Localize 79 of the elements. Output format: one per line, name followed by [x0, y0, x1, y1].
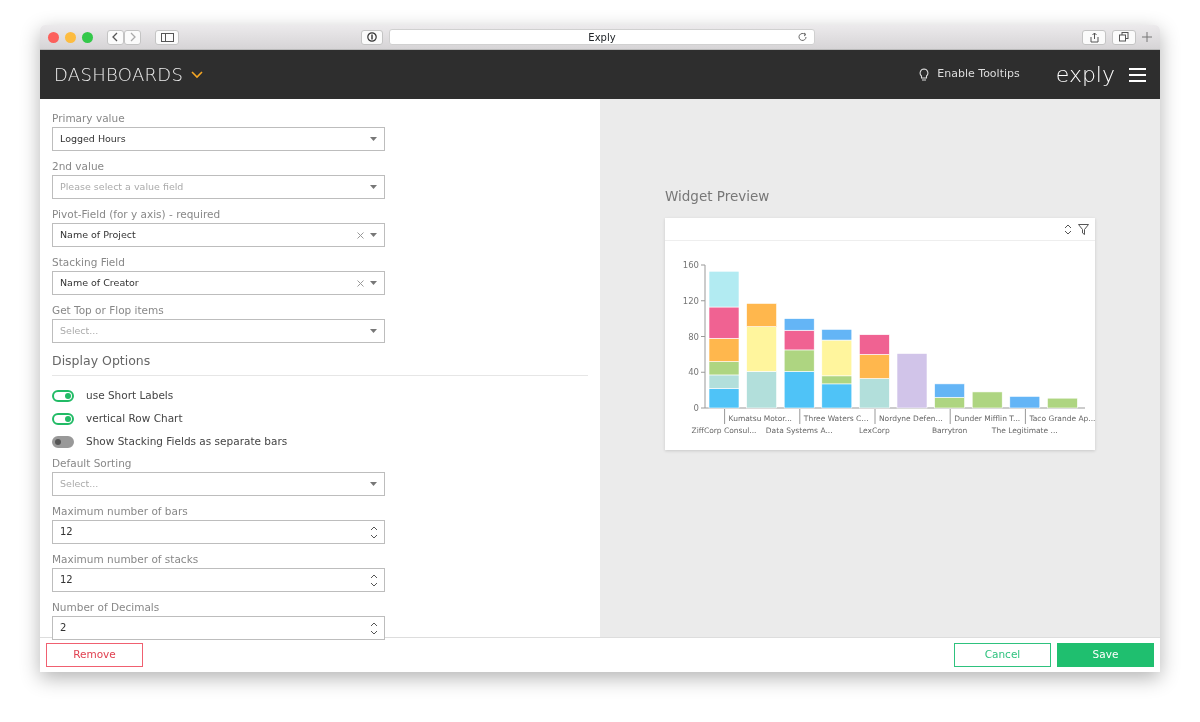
remove-button[interactable]: Remove	[46, 643, 143, 667]
share-button[interactable]	[1082, 29, 1106, 45]
address-bar[interactable]: Exply	[389, 29, 815, 45]
field-label: Default Sorting	[52, 456, 133, 470]
field-label: Stacking Field	[52, 256, 126, 269]
caret-icon	[370, 481, 377, 486]
label-leader-line	[724, 408, 726, 425]
toggle-switch[interactable]	[52, 412, 74, 425]
label-leader-line	[799, 408, 801, 425]
tabs-icon	[1119, 32, 1129, 42]
bar-segment	[934, 383, 965, 398]
bar-segment	[708, 306, 740, 339]
privacy-button[interactable]	[361, 29, 383, 45]
bar-segment	[934, 397, 965, 409]
caret-icon	[370, 185, 377, 189]
label-leader-line	[874, 408, 876, 425]
label-leader-line	[949, 408, 951, 425]
caret-icon	[370, 233, 377, 237]
axis-tick-label: 160	[682, 260, 699, 271]
menu-icon[interactable]	[1129, 67, 1146, 82]
tabs-button[interactable]	[1112, 29, 1136, 45]
dropdown[interactable]: Name of Project	[52, 223, 385, 247]
field-label: Maximum number of stacks	[52, 552, 200, 566]
caret-icon	[370, 137, 377, 141]
field-label: Pivot-Field (for y axis) - required	[52, 208, 222, 221]
number-field[interactable]: 12	[52, 567, 385, 592]
tooltips-link[interactable]: Enable Tooltips	[937, 66, 1020, 83]
sidebar-button[interactable]	[155, 29, 179, 45]
axis-tick-label: 40	[688, 367, 699, 378]
number-field[interactable]: 2	[52, 615, 385, 640]
clear-icon[interactable]	[357, 231, 364, 239]
number-field[interactable]: 12	[52, 519, 385, 544]
spinner-icon[interactable]	[370, 621, 378, 635]
bar-segment	[746, 371, 777, 409]
dropdown[interactable]: Name of Creator	[52, 271, 385, 295]
bar-segment	[896, 353, 928, 409]
field-label: Maximum number of bars	[52, 504, 189, 518]
logo[interactable]: exply	[1055, 58, 1115, 91]
field-label: Number of Decimals	[52, 600, 161, 614]
toggle-label: vertical Row Chart	[86, 410, 183, 426]
field-label: Primary value	[52, 112, 126, 125]
caret-icon	[370, 329, 377, 333]
spinner-icon[interactable]	[370, 525, 378, 539]
bar-segment	[859, 354, 890, 379]
clear-icon[interactable]	[357, 279, 364, 287]
filter-icon[interactable]	[1078, 223, 1089, 235]
chevron-right-icon	[129, 32, 136, 42]
bar-segment	[971, 391, 1003, 409]
toggle-label: use Short Labels	[86, 387, 174, 403]
preview-title: Widget Preview	[665, 186, 771, 206]
caret-icon	[370, 281, 377, 285]
bar-segment	[1009, 396, 1041, 409]
chevron-left-icon	[112, 32, 119, 42]
spinner-icon[interactable]	[370, 573, 378, 587]
section-heading: Display Options	[52, 352, 588, 376]
chevron-down-icon[interactable]	[191, 70, 204, 79]
back-button[interactable]	[107, 29, 124, 45]
reload-icon[interactable]	[798, 32, 808, 42]
bar-segment	[1047, 398, 1078, 409]
axis-tick-label: 80	[688, 331, 699, 342]
share-icon	[1088, 31, 1100, 43]
field-label: Get Top or Flop items	[52, 304, 165, 317]
bar-segment	[708, 271, 740, 308]
toggle-switch[interactable]	[52, 435, 74, 448]
page-title[interactable]: DASHBOARDS	[54, 61, 184, 88]
axis-tick-label: 120	[682, 295, 699, 306]
bar-segment	[708, 388, 740, 409]
toggle-label: Show Stacking Fields as separate bars	[86, 433, 288, 449]
lightbulb-icon[interactable]	[919, 68, 930, 81]
info-icon	[367, 32, 377, 42]
field-label: 2nd value	[52, 160, 106, 173]
bar-segment	[859, 378, 890, 409]
bar-segment	[859, 334, 890, 355]
toggle-switch[interactable]	[52, 389, 74, 402]
sidebar-icon	[160, 32, 174, 42]
sort-icon[interactable]	[1064, 223, 1072, 235]
label-leader-line	[1024, 408, 1026, 425]
dropdown[interactable]: Logged Hours	[52, 127, 385, 151]
axis-tick-label: 0	[693, 403, 699, 414]
